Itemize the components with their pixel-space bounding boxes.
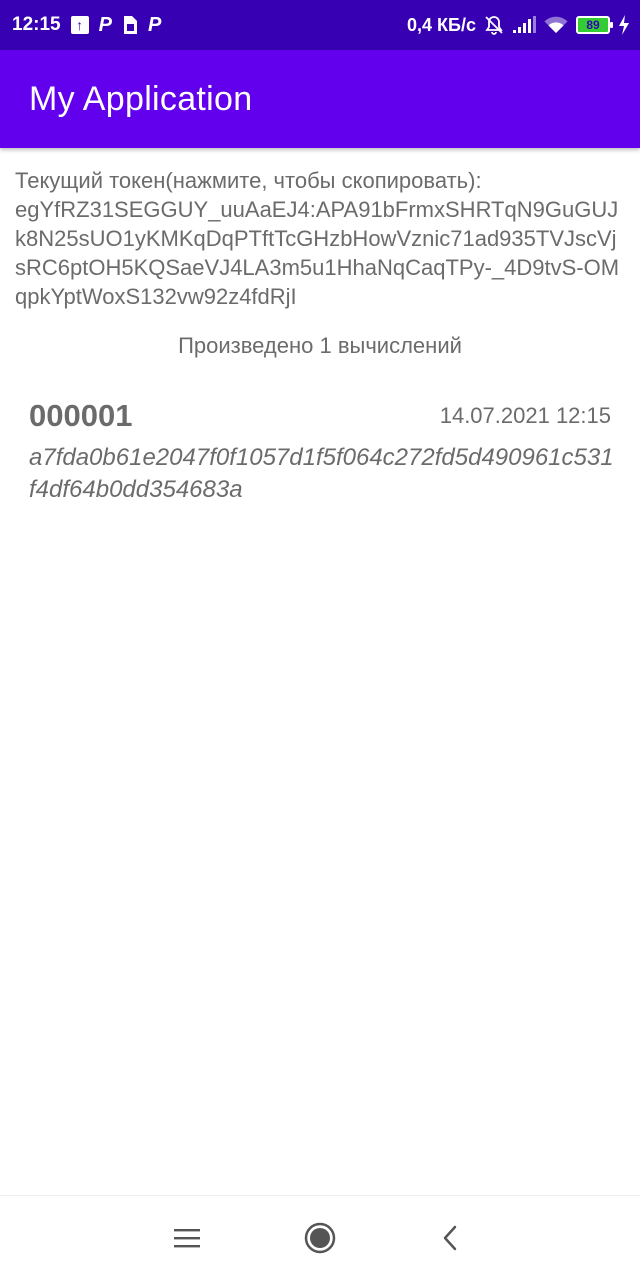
app-title: My Application — [29, 80, 253, 118]
parking-p-icon: P — [98, 13, 112, 36]
token-label[interactable]: Текущий токен(нажмите, чтобы скопировать… — [15, 166, 627, 195]
status-bar: 12:15 ↑ P P 0,4 КБ/с 89 — [0, 0, 640, 50]
calculation-date: 14.07.2021 12:15 — [439, 403, 611, 428]
signal-icon — [512, 16, 536, 34]
status-time: 12:15 — [12, 14, 61, 35]
status-bar-left: 12:15 ↑ P P — [12, 0, 161, 50]
charging-bolt-icon — [618, 15, 630, 35]
calculations-count: Произведено 1 вычислений — [178, 333, 462, 358]
parking-p-icon: P — [147, 13, 162, 36]
bell-muted-icon — [484, 15, 504, 35]
screen: 12:15 ↑ P P 0,4 КБ/с 89 My Application Т… — [0, 0, 640, 1280]
list-item[interactable]: 000001 14.07.2021 12:15 a7fda0b61e2047f0… — [0, 390, 640, 520]
network-speed: 0,4 КБ/с — [407, 14, 476, 35]
battery-icon: 89 — [576, 16, 613, 34]
app-bar: My Application — [0, 50, 640, 148]
token-value[interactable]: egYfRZ31SEGGUY_uuAaEJ4:APA91bFrmxSHRTqN9… — [15, 195, 627, 311]
navigation-bar — [0, 1195, 640, 1280]
status-bar-right: 0,4 КБ/с 89 — [407, 0, 630, 50]
upload-icon: ↑ — [70, 16, 89, 34]
battery-level: 89 — [586, 18, 600, 32]
calculation-hash: a7fda0b61e2047f0f1057d1f5f064c272fd5d490… — [29, 444, 614, 503]
menu-icon[interactable] — [167, 1218, 207, 1258]
calculation-number: 000001 — [29, 398, 133, 433]
wifi-icon — [544, 16, 568, 34]
sim-card-icon — [122, 15, 138, 35]
home-icon[interactable] — [300, 1218, 340, 1258]
back-icon[interactable] — [430, 1218, 470, 1258]
